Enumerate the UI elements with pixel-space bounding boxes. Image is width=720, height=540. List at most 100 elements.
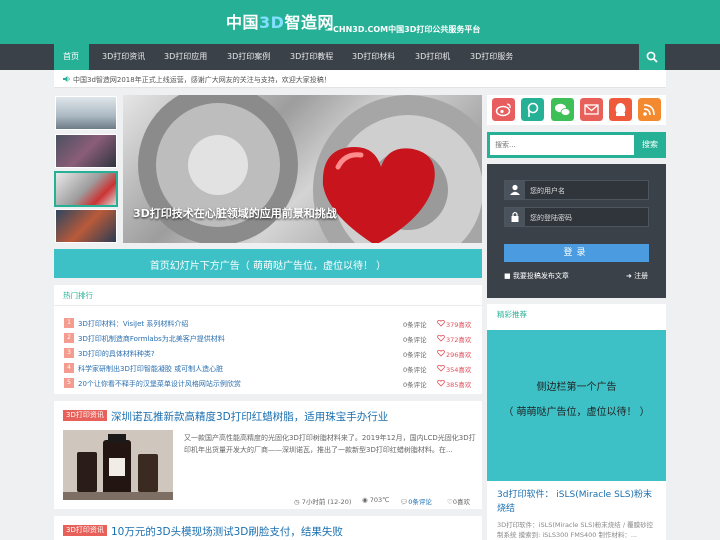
hot-item[interactable]: 4 科学家研制出3D打印智能凝胶 或可制人造心脏 0条评论 354喜欢	[54, 363, 482, 375]
article-card: 3D打印资讯 深圳诺瓦推新款高精度3D打印红蜡树脂，适用珠宝手办行业 又一款国产…	[54, 401, 482, 509]
heart-icon	[437, 379, 445, 387]
nav-tutorials[interactable]: 3D打印教程	[290, 44, 333, 70]
article-likes-text: 0喜欢	[452, 498, 470, 506]
login-button[interactable]: 登录	[504, 244, 649, 262]
nav-printers[interactable]: 3D打印机	[415, 44, 450, 70]
nav-search-button[interactable]	[639, 44, 665, 70]
password-placeholder: 您的登陆密码	[530, 214, 572, 222]
article-card: 3D打印资讯 10万元的3D头模现场测试3D刷脸支付，结果失败	[54, 516, 482, 540]
article-title[interactable]: 10万元的3D头模现场测试3D刷脸支付，结果失败	[111, 524, 343, 539]
slider-thumb-1[interactable]	[55, 96, 117, 130]
password-field[interactable]: 您的登陆密码	[504, 207, 649, 227]
hot-item[interactable]: 1 3D打印材料：VisiJet 系列材料介绍 0条评论 379喜欢	[54, 318, 482, 330]
heart-icon	[437, 319, 445, 327]
user-icon: ■	[504, 272, 513, 280]
divider	[54, 305, 482, 306]
resin-bottles-image	[63, 430, 173, 500]
register-link[interactable]: ➜ 注册	[626, 271, 648, 281]
article-time: ◷ 7小时前 (12-20)	[294, 496, 351, 506]
slider-thumb-2[interactable]	[55, 134, 117, 168]
article-views-text: 703℃	[369, 496, 390, 504]
lock-icon	[505, 208, 525, 226]
nav-cases[interactable]: 3D打印案例	[227, 44, 270, 70]
site-header: 中国3D智造网 —CHN3D.COM中国3D打印公共服务平台	[0, 0, 720, 44]
hot-item-title[interactable]: 3D打印的具体材料种类?	[78, 349, 155, 359]
hot-item-likes: 379喜欢	[446, 321, 472, 329]
nav-home[interactable]: 首页	[54, 44, 89, 70]
eye-icon: ◉	[362, 496, 370, 504]
hot-item-likes: 385喜欢	[446, 381, 472, 389]
site-logo[interactable]: 中国3D智造网	[226, 9, 334, 33]
slider-thumb-4[interactable]	[55, 209, 117, 243]
sidebar-ad-line2: （ 萌萌哒广告位，虚位以待！ ）	[503, 407, 650, 418]
hot-item[interactable]: 2 3D打印机制造商Formlabs为北美客户提供材料 0条评论 372喜欢	[54, 333, 482, 345]
notice-text: 中国3d智造网2018年正式上线运营，感谢广大网友的关注与支持，欢迎大家投稿！	[73, 76, 331, 84]
slider-caption[interactable]: 3D打印技术在心脏领域的应用前景和挑战	[133, 205, 337, 221]
submit-article-text: 我要投稿发布文章	[512, 272, 569, 280]
mail-icon[interactable]	[580, 98, 603, 121]
notice-bar: 中国3d智造网2018年正式上线运营，感谢广大网友的关注与支持，欢迎大家投稿！	[54, 70, 666, 88]
qzone-icon[interactable]	[521, 98, 544, 121]
hot-item[interactable]: 5 20个让你看不释手的汉堡菜单设计风格网站示例欣赏 0条评论 385喜欢	[54, 378, 482, 390]
article-comments[interactable]: 💬︎0条评论	[400, 496, 432, 506]
hot-item-likes: 372喜欢	[446, 336, 472, 344]
hot-ranking-panel: 热门排行 1 3D打印材料：VisiJet 系列材料介绍 0条评论 379喜欢 …	[54, 285, 482, 394]
slider-thumb-3[interactable]	[54, 171, 118, 207]
sidebar-search-input[interactable]	[490, 135, 634, 155]
nav-applications[interactable]: 3D打印应用	[164, 44, 207, 70]
sidebar-article: 3d打印软件： iSLS(Miracle SLS)粉末烧结 3D打印软件：iSL…	[487, 484, 666, 540]
nav-services[interactable]: 3D打印服务	[470, 44, 513, 70]
article-thumbnail[interactable]	[63, 430, 173, 500]
article-time-text: 7小时前 (12-20)	[301, 498, 352, 506]
sidebar-article-excerpt: 3D打印软件：iSLS(Miracle SLS)粉末烧结 / 覆膜砂控制系统 摸…	[497, 521, 654, 539]
site-tagline: —CHN3D.COM中国3D打印公共服务平台	[325, 25, 481, 34]
nav-news[interactable]: 3D打印资讯	[102, 44, 145, 70]
sidebar-search-button[interactable]: 搜索	[636, 135, 664, 155]
hot-item[interactable]: 3 3D打印的具体材料种类? 0条评论 296喜欢	[54, 348, 482, 360]
sidebar-article-title[interactable]: 3d打印软件： iSLS(Miracle SLS)粉末烧结	[497, 488, 657, 516]
main-nav: 首页 3D打印资讯 3D打印应用 3D打印案例 3D打印教程 3D打印材料 3D…	[0, 44, 720, 70]
rss-icon[interactable]	[638, 98, 661, 121]
rank-number: 4	[64, 363, 74, 373]
hot-item-comments: 0条评论	[403, 336, 427, 344]
hot-item-comments: 0条评论	[403, 381, 427, 389]
article-likes[interactable]: ♡0喜欢	[447, 496, 470, 506]
featured-title: 精彩推荐	[497, 310, 527, 319]
rank-number: 3	[64, 348, 74, 358]
hot-item-title[interactable]: 20个让你看不释手的汉堡菜单设计风格网站示例欣赏	[78, 379, 241, 389]
hot-item-title[interactable]: 3D打印机制造商Formlabs为北美客户提供材料	[78, 334, 225, 344]
user-icon	[505, 181, 525, 199]
hot-item-likes: 296喜欢	[446, 351, 472, 359]
speaker-icon	[63, 76, 70, 82]
sidebar-search: 搜索	[487, 132, 666, 158]
submit-article-link[interactable]: ■ 我要投稿发布文章	[504, 271, 569, 281]
login-panel: 您的用户名 您的登陆密码 登录 ■ 我要投稿发布文章 ➜ 注册	[487, 164, 666, 298]
weibo-icon[interactable]	[492, 98, 515, 121]
hot-item-comments: 0条评论	[403, 321, 427, 329]
sidebar-ad-line1: 侧边栏第一个广告	[536, 382, 617, 393]
social-icons-bar	[487, 95, 666, 125]
hot-item-title[interactable]: 3D打印材料：VisiJet 系列材料介绍	[78, 319, 188, 329]
sidebar-ad[interactable]: 侧边栏第一个广告 （ 萌萌哒广告位，虚位以待！ ）	[487, 330, 666, 481]
hot-item-likes: 354喜欢	[446, 366, 472, 374]
article-category-tag[interactable]: 3D打印资讯	[63, 525, 107, 536]
username-placeholder: 您的用户名	[530, 187, 565, 195]
article-views: ◉ 703℃	[362, 496, 389, 504]
nav-materials[interactable]: 3D打印材料	[352, 44, 395, 70]
username-field[interactable]: 您的用户名	[504, 180, 649, 200]
slider-main-image[interactable]: 3D打印技术在心脏领域的应用前景和挑战	[123, 95, 482, 243]
hot-item-title[interactable]: 科学家研制出3D打印智能凝胶 或可制人造心脏	[78, 364, 223, 374]
home-ad-banner[interactable]: 首页幻灯片下方广告（ 萌萌哒广告位，虚位以待！ ）	[54, 249, 482, 278]
hot-item-comments: 0条评论	[403, 366, 427, 374]
article-category-tag[interactable]: 3D打印资讯	[63, 410, 107, 421]
qq-icon[interactable]	[609, 98, 632, 121]
article-comments-text[interactable]: 0条评论	[408, 498, 432, 506]
search-icon	[646, 51, 658, 63]
article-excerpt: 又一款国产高性能高精度的光固化3D打印树脂材料来了。2019年12月，国内LCD…	[184, 434, 476, 454]
article-title[interactable]: 深圳诺瓦推新款高精度3D打印红蜡树脂，适用珠宝手办行业	[111, 409, 388, 424]
register-icon: ➜	[626, 272, 635, 280]
wechat-icon[interactable]	[551, 98, 574, 121]
rank-number: 1	[64, 318, 74, 328]
clock-icon: ◷	[294, 498, 302, 506]
logo-text-b: 3D	[259, 13, 285, 32]
